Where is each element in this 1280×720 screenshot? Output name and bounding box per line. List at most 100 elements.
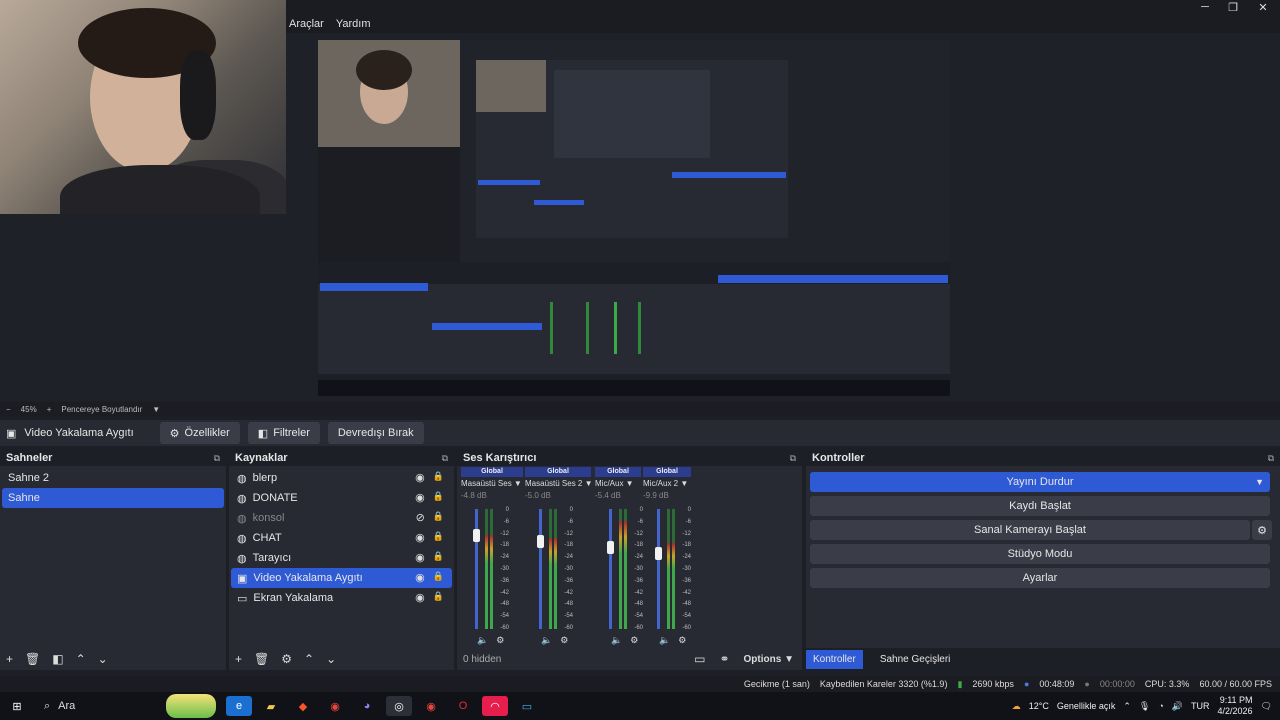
fader-knob[interactable] — [655, 547, 662, 560]
lock-icon[interactable]: 🔒 — [433, 551, 444, 564]
source-item[interactable]: ◍ DONATE ◉ 🔒 — [231, 488, 452, 508]
chrome-icon[interactable]: ◉ — [322, 696, 348, 716]
deactivate-button[interactable]: Devredışı Bırak — [327, 422, 424, 444]
obs-icon[interactable]: ◎ — [386, 696, 412, 716]
zoom-in-button[interactable]: + — [47, 405, 52, 414]
language-indicator[interactable]: TUR — [1191, 701, 1210, 711]
tab-controls[interactable]: Kontroller — [806, 649, 863, 669]
tab-scene-transitions[interactable]: Sahne Geçişleri — [873, 650, 958, 669]
add-icon[interactable]: + — [6, 652, 13, 666]
settings-button[interactable]: Ayarlar — [810, 568, 1270, 588]
speaker-icon[interactable]: 🔈 — [611, 635, 622, 646]
source-item[interactable]: ◍ CHAT ◉ 🔒 — [231, 528, 452, 548]
arrow-up-icon[interactable]: ⌃ — [76, 652, 86, 666]
filter-icon[interactable]: ◧ — [52, 652, 63, 666]
lock-icon[interactable]: 🔒 — [433, 471, 444, 484]
link-icon[interactable]: ⚭ — [719, 652, 729, 666]
speaker-icon[interactable]: 🔈 — [659, 635, 670, 646]
mic-icon[interactable]: 🎙 — [1139, 701, 1150, 712]
scene-item[interactable]: Sahne 2 — [2, 468, 224, 488]
lock-icon[interactable]: 🔒 — [433, 491, 444, 504]
windows-start-icon[interactable]: ⊞ — [4, 696, 30, 716]
menu-tools[interactable]: Araçlar — [289, 18, 324, 30]
undock-icon[interactable]: ⧉ — [442, 453, 448, 464]
eye-icon[interactable]: ◉ — [415, 551, 425, 564]
properties-button[interactable]: ⚙ Özellikler — [159, 422, 240, 444]
eye-icon[interactable]: ◉ — [415, 571, 425, 584]
scene-item[interactable]: Sahne — [2, 488, 224, 508]
virtual-camera-settings-button[interactable]: ⚙ — [1252, 520, 1272, 540]
opera-icon[interactable]: O — [450, 696, 476, 716]
channel-settings-icon[interactable]: ⚙ — [678, 635, 686, 646]
add-icon[interactable]: + — [235, 652, 242, 666]
channel-settings-icon[interactable]: ⚙ — [630, 635, 638, 646]
channel-name[interactable]: Mic/Aux ▼ — [595, 479, 641, 488]
volume-fader[interactable] — [539, 509, 542, 629]
channel-settings-icon[interactable]: ⚙ — [496, 635, 504, 646]
eye-icon[interactable]: ◉ — [415, 531, 425, 544]
trash-icon[interactable]: 🗑 — [25, 652, 40, 666]
eye-off-icon[interactable]: ⊘ — [416, 511, 425, 524]
fader-knob[interactable] — [473, 529, 480, 542]
undock-icon[interactable]: ⧉ — [1268, 453, 1274, 464]
chevron-down-icon[interactable]: ▼ — [623, 479, 634, 488]
channel-name[interactable]: Masaüstü Ses ▼ — [461, 479, 523, 488]
eye-icon[interactable]: ◉ — [415, 591, 425, 604]
chevron-down-icon[interactable]: ▼ — [678, 479, 688, 488]
studio-mode-button[interactable]: Stüdyo Modu — [810, 544, 1270, 564]
lock-icon[interactable]: 🔒 — [433, 571, 444, 584]
start-virtual-camera-button[interactable]: Sanal Kamerayı Başlat — [810, 520, 1250, 540]
fader-knob[interactable] — [607, 541, 614, 554]
arrow-down-icon[interactable]: ⌄ — [326, 652, 336, 666]
source-item[interactable]: ◍ Tarayıcı ◉ 🔒 — [231, 548, 452, 568]
layout-icon[interactable]: ▭ — [694, 652, 705, 666]
chevron-up-icon[interactable]: ⌃ — [1123, 701, 1131, 712]
lock-icon[interactable]: 🔒 — [433, 511, 444, 524]
eye-icon[interactable]: ◉ — [415, 471, 425, 484]
zoom-out-button[interactable]: − — [6, 405, 11, 414]
wifi-icon[interactable]: ◔ — [1158, 701, 1163, 711]
volume-fader[interactable] — [657, 509, 660, 629]
start-recording-button[interactable]: Kaydı Başlat — [810, 496, 1270, 516]
app-window-icon[interactable]: ▭ — [514, 696, 540, 716]
app-red-icon[interactable]: ◠ — [482, 696, 508, 716]
volume-fader[interactable] — [609, 509, 612, 629]
chevron-down-icon[interactable]: ▼ — [582, 479, 593, 488]
chevron-down-icon[interactable]: ▼ — [1255, 477, 1264, 487]
source-item[interactable]: ◍ konsol ⊘ 🔒 — [231, 508, 452, 528]
discord-icon[interactable]: ◕ — [354, 696, 380, 716]
folder-icon[interactable]: ▰ — [258, 696, 284, 716]
arrow-up-icon[interactable]: ⌃ — [304, 652, 314, 666]
chrome-profile-icon[interactable]: ◉ — [418, 696, 444, 716]
trash-icon[interactable]: 🗑 — [254, 652, 269, 666]
lock-icon[interactable]: 🔒 — [433, 531, 444, 544]
menu-help[interactable]: Yardım — [336, 18, 371, 30]
chevron-down-icon[interactable]: ▼ — [152, 405, 160, 414]
fader-knob[interactable] — [537, 535, 544, 548]
volume-icon[interactable]: 🔊 — [1172, 701, 1183, 712]
channel-name[interactable]: Mic/Aux 2 ▼ — [643, 479, 691, 488]
source-item[interactable]: ◍ blerp ◉ 🔒 — [231, 468, 452, 488]
minimize-button[interactable]: ─ — [1190, 0, 1220, 14]
source-item[interactable]: ▣ Video Yakalama Aygıtı ◉ 🔒 — [231, 568, 452, 588]
chevron-down-icon[interactable]: ▼ — [512, 479, 522, 488]
stop-stream-button[interactable]: Yayını Durdur ▼ — [810, 472, 1270, 492]
zoom-mode-label[interactable]: Pencereye Boyutlandır — [61, 405, 142, 414]
speaker-icon[interactable]: 🔈 — [477, 635, 488, 646]
close-button[interactable]: ✕ — [1248, 0, 1278, 14]
channel-settings-icon[interactable]: ⚙ — [560, 635, 568, 646]
source-item[interactable]: ▭ Ekran Yakalama ◉ 🔒 — [231, 588, 452, 608]
speaker-icon[interactable]: 🔈 — [541, 635, 552, 646]
eye-icon[interactable]: ◉ — [415, 491, 425, 504]
preview-canvas[interactable] — [318, 40, 950, 396]
gear-icon[interactable]: ⚙ — [281, 652, 292, 666]
arrow-down-icon[interactable]: ⌄ — [98, 652, 108, 666]
restore-button[interactable]: ❐ — [1218, 0, 1248, 14]
clock[interactable]: 9:11 PM 4/2/2026 — [1218, 695, 1253, 717]
filters-button[interactable]: ◧ Filtreler — [247, 422, 320, 444]
edge-icon[interactable]: e — [226, 696, 252, 716]
undock-icon[interactable]: ⧉ — [214, 453, 220, 464]
volume-fader[interactable] — [475, 509, 478, 629]
brave-icon[interactable]: ◆ — [290, 696, 316, 716]
options-button[interactable]: Options ▼ — [744, 654, 794, 665]
